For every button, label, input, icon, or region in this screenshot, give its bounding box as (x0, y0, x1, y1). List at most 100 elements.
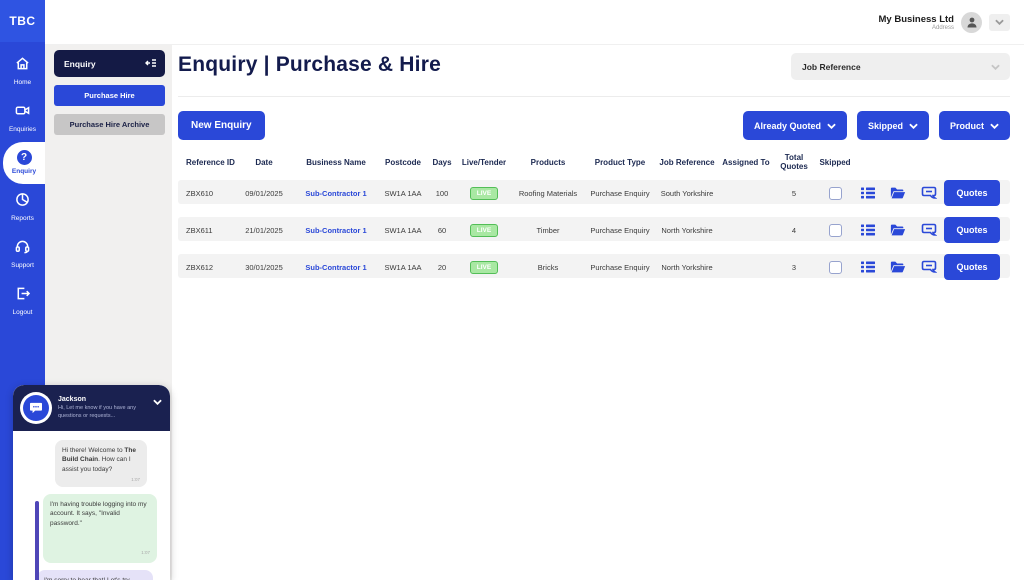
list-icon[interactable] (854, 223, 882, 237)
column-header: Reference ID (178, 158, 236, 167)
chevron-down-icon (827, 123, 836, 129)
message-timestamp: 1:07 (62, 477, 140, 484)
sidebar-item-label: Support (11, 262, 34, 269)
cell-date: 21/01/2025 (236, 226, 292, 235)
cell-reference-id: ZBX610 (178, 189, 236, 198)
app-logo[interactable]: TBC (0, 0, 45, 42)
sidebar-item-enquiries[interactable]: Enquiries (0, 95, 45, 142)
chat-agent-info: Jackson Hi, Let me know if you have any … (58, 396, 142, 420)
chevron-down-icon (909, 123, 918, 129)
column-header: Postcode (380, 158, 426, 167)
subpanel-menu: Purchase Hire Purchase Hire Archive (45, 85, 172, 135)
column-header: Assigned To (720, 158, 772, 167)
chat-collapse-button[interactable] (153, 392, 162, 410)
live-status-badge: LIVE (470, 224, 498, 237)
cell-total-quotes: 5 (772, 189, 816, 198)
column-header: Product Type (586, 158, 654, 167)
chat-messages: Hi there! Welcome to The Build Chain. Ho… (13, 431, 170, 580)
sidebar-item-reports[interactable]: Reports (0, 184, 45, 231)
sidebar-item-label: Enquiry (12, 168, 36, 175)
quotes-button[interactable]: Quotes (944, 217, 1000, 243)
app-root: TBC Home Enquiries ?Enquiry Reports Support L… (0, 0, 1024, 580)
avatar[interactable] (961, 12, 982, 33)
chat-bubble-icon[interactable] (914, 260, 944, 274)
headset-icon (15, 239, 30, 259)
sidebar-item-label: Home (14, 79, 31, 86)
cell-products: Timber (510, 226, 586, 235)
business-address: Address (879, 25, 955, 31)
list-icon[interactable] (854, 186, 882, 200)
column-header: Skipped (816, 158, 854, 167)
business-name: My Business Ltd (879, 14, 955, 25)
collapse-panel-icon[interactable] (145, 58, 157, 70)
folder-open-icon[interactable] (882, 186, 914, 200)
filter-button-label: Skipped (868, 121, 903, 131)
already-quoted-filter-button[interactable]: Already Quoted (743, 111, 847, 140)
filter-button-label: Product (950, 121, 984, 131)
cell-days: 20 (426, 263, 458, 272)
sidebar-item-label: Logout (13, 309, 33, 316)
logout-icon (15, 286, 30, 306)
skipped-filter-button[interactable]: Skipped (857, 111, 929, 140)
folder-open-icon[interactable] (882, 223, 914, 237)
skipped-checkbox[interactable] (829, 187, 842, 200)
chat-bubble-icon[interactable] (914, 223, 944, 237)
cell-product-type: Purchase Enquiry (586, 263, 654, 272)
subpanel-item-purchase-hire-archive[interactable]: Purchase Hire Archive (54, 114, 165, 135)
sidebar-item-label: Reports (11, 215, 34, 222)
sidebar-item-enquiry[interactable]: ?Enquiry (3, 142, 45, 184)
job-reference-label: Job Reference (802, 62, 861, 72)
enquiry-panel-header: Enquiry (54, 50, 165, 77)
chat-agent-avatar (20, 392, 52, 424)
cell-products: Bricks (510, 263, 586, 272)
enquiry-table: Reference IDDateBusiness NamePostcodeDay… (178, 153, 1010, 278)
skipped-checkbox[interactable] (829, 261, 842, 274)
cell-business-name-link[interactable]: Sub-Contractor 1 (292, 226, 380, 235)
chat-scrollbar[interactable] (35, 501, 39, 580)
account-text: My Business Ltd Address (879, 14, 955, 31)
cell-reference-id: ZBX611 (178, 226, 236, 235)
live-status-badge: LIVE (470, 261, 498, 274)
cell-postcode: SW1A 1AA (380, 226, 426, 235)
chevron-down-icon (990, 123, 999, 129)
enquiry-panel-title: Enquiry (64, 59, 96, 69)
chat-agent-status: Hi, Let me know if you have any question… (58, 405, 142, 420)
subpanel-item-purchase-hire[interactable]: Purchase Hire (54, 85, 165, 106)
quotes-button[interactable]: Quotes (944, 254, 1000, 280)
topbar: My Business Ltd Address (45, 0, 1024, 45)
quotes-button[interactable]: Quotes (944, 180, 1000, 206)
table-row: ZBX610 09/01/2025 Sub-Contractor 1 SW1A … (178, 180, 1010, 204)
cell-product-type: Purchase Enquiry (586, 189, 654, 198)
pie-chart-icon (15, 192, 30, 212)
sidebar-item-logout[interactable]: Logout (0, 278, 45, 325)
cell-job-reference: North Yorkshire (654, 226, 720, 235)
cell-total-quotes: 3 (772, 263, 816, 272)
column-header: Business Name (292, 158, 380, 167)
skipped-checkbox[interactable] (829, 224, 842, 237)
account-chevron-button[interactable] (989, 14, 1010, 31)
new-enquiry-button[interactable]: New Enquiry (178, 111, 265, 140)
table-row: ZBX612 30/01/2025 Sub-Contractor 1 SW1A … (178, 254, 1010, 278)
list-icon[interactable] (854, 260, 882, 274)
folder-open-icon[interactable] (882, 260, 914, 274)
column-header: Job Reference (654, 158, 720, 167)
cell-days: 100 (426, 189, 458, 198)
cell-business-name-link[interactable]: Sub-Contractor 1 (292, 189, 380, 198)
sidebar-item-support[interactable]: Support (0, 231, 45, 278)
title-divider (178, 96, 1010, 97)
chat-bubble-dots-icon (23, 395, 49, 421)
chevron-down-icon (991, 64, 1000, 70)
chat-agent-name: Jackson (58, 396, 142, 403)
sidebar-item-label: Enquiries (9, 126, 36, 133)
job-reference-dropdown[interactable]: Job Reference (791, 53, 1010, 80)
product-filter-button[interactable]: Product (939, 111, 1010, 140)
sidebar-item-home[interactable]: Home (0, 48, 45, 95)
cell-business-name-link[interactable]: Sub-Contractor 1 (292, 263, 380, 272)
chat-bubble-icon[interactable] (914, 186, 944, 200)
chevron-down-icon (995, 19, 1004, 25)
cell-total-quotes: 4 (772, 226, 816, 235)
account-area: My Business Ltd Address (879, 12, 1011, 33)
cell-product-type: Purchase Enquiry (586, 226, 654, 235)
table-body: ZBX610 09/01/2025 Sub-Contractor 1 SW1A … (178, 180, 1010, 278)
filter-buttons: Already Quoted Skipped Product (743, 111, 1010, 140)
